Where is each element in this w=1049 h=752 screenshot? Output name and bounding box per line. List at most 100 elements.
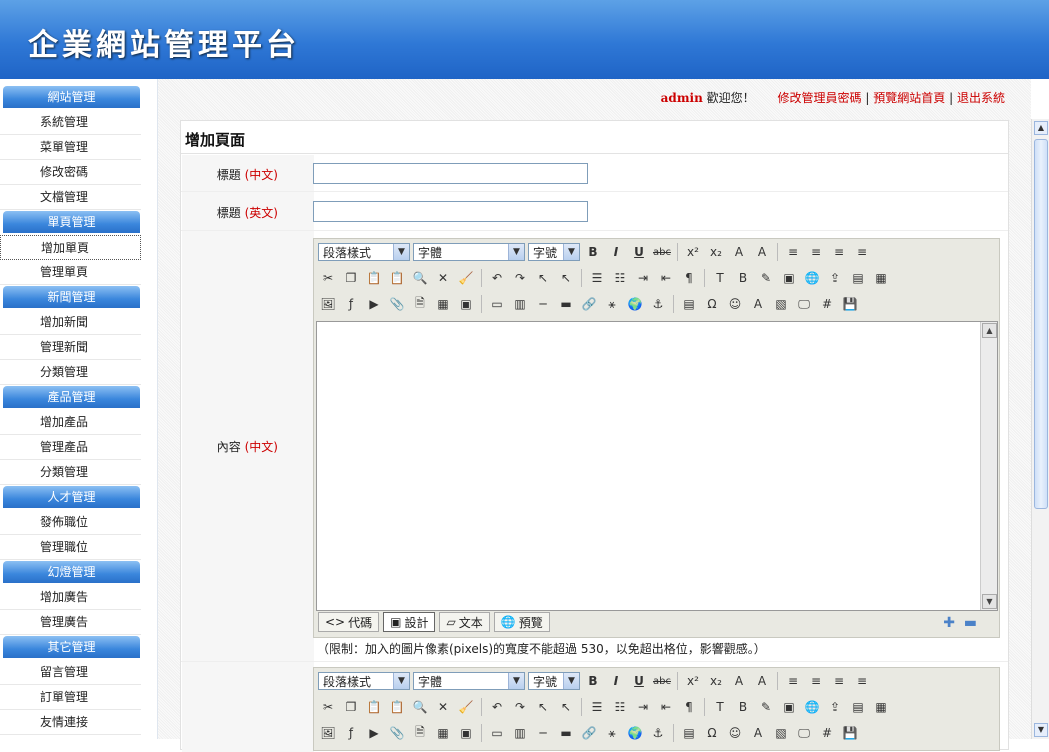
sidebar-item[interactable]: 增加廣告 [0, 585, 141, 610]
globe-icon[interactable]: 🌐 [802, 697, 822, 717]
paragraph-style-select-2[interactable]: 段落樣式 ▼ [318, 672, 410, 690]
grid-icon[interactable]: # [817, 294, 837, 314]
align-center-icon[interactable]: ≡ [806, 671, 826, 691]
paste-icon[interactable]: 📋 [364, 268, 384, 288]
sidebar-item[interactable]: 增加新聞 [0, 310, 141, 335]
ordered-list-icon[interactable]: ☰ [587, 697, 607, 717]
scroll-up-icon[interactable]: ▲ [1034, 121, 1048, 135]
flash-icon[interactable]: ƒ [341, 723, 361, 743]
layer2-icon[interactable]: ▥ [510, 723, 530, 743]
align-justify-icon[interactable]: ≡ [852, 242, 872, 262]
sidebar-group-header[interactable]: 其它管理 [3, 636, 140, 658]
strikethrough-icon[interactable]: abc [652, 671, 672, 691]
collapse-icon[interactable]: ▬ [964, 615, 977, 631]
pointer2-icon[interactable]: ↖ [556, 697, 576, 717]
text-color-icon[interactable]: T [710, 268, 730, 288]
bold-icon[interactable]: B [583, 671, 603, 691]
sidebar-group-header[interactable]: 幻燈管理 [3, 561, 140, 583]
tab-code[interactable]: <> 代碼 [318, 612, 380, 632]
anchor-icon[interactable]: ⚓ [648, 294, 668, 314]
template-icon[interactable]: ▣ [456, 294, 476, 314]
undo-icon[interactable]: ↶ [487, 697, 507, 717]
attach-icon[interactable]: 📎 [387, 294, 407, 314]
underline-icon[interactable]: U [629, 671, 649, 691]
paste-icon[interactable]: 📋 [364, 697, 384, 717]
pointer-icon[interactable]: ↖ [533, 268, 553, 288]
editor-content-area[interactable]: ▲ ▼ [316, 321, 998, 611]
emoticon-icon[interactable]: ☺ [725, 294, 745, 314]
sidebar-item[interactable]: 修改密碼 [0, 160, 141, 185]
sidebar-item[interactable]: 文檔管理 [0, 185, 141, 210]
find-icon[interactable]: 🔍 [410, 268, 430, 288]
sidebar-item[interactable]: 管理單頁 [0, 260, 141, 285]
sidebar-item[interactable]: 管理產品 [0, 435, 141, 460]
pointer-icon[interactable]: ↖ [533, 697, 553, 717]
upload-icon[interactable]: ⇪ [825, 268, 845, 288]
save-icon[interactable]: 💾 [840, 294, 860, 314]
align-justify-icon[interactable]: ≡ [852, 671, 872, 691]
paragraph-style-select[interactable]: 段落樣式 ▼ [318, 243, 410, 261]
text-color-icon[interactable]: T [710, 697, 730, 717]
sidebar-item[interactable]: 留言管理 [0, 660, 141, 685]
page-scrollbar[interactable]: ▲ ▼ [1031, 119, 1049, 739]
frame-icon[interactable]: ▭ [487, 294, 507, 314]
align-right-icon[interactable]: ≡ [829, 671, 849, 691]
subscript-icon[interactable]: x₂ [706, 671, 726, 691]
link-icon[interactable]: 🔗 [579, 294, 599, 314]
underline-icon[interactable]: U [629, 242, 649, 262]
image-icon[interactable]: 🖼 [318, 294, 338, 314]
link-icon[interactable]: 🔗 [579, 723, 599, 743]
highlight-icon[interactable]: ✎ [756, 697, 776, 717]
sidebar-group-header[interactable]: 人才管理 [3, 486, 140, 508]
font-size-select-2[interactable]: 字號 ▼ [528, 672, 580, 690]
table-icon[interactable]: ▦ [433, 294, 453, 314]
title-cn-input[interactable] [313, 163, 588, 184]
title-en-input[interactable] [313, 201, 588, 222]
layer-icon[interactable]: ▣ [779, 697, 799, 717]
media-icon[interactable]: ▶ [364, 723, 384, 743]
window-icon[interactable]: ▤ [848, 697, 868, 717]
superscript-icon[interactable]: x² [683, 671, 703, 691]
image-gallery-icon[interactable]: ▦ [871, 697, 891, 717]
special-char-icon[interactable]: Ω [702, 723, 722, 743]
file-icon[interactable]: 🗎 [410, 294, 430, 314]
layer2-icon[interactable]: ▥ [510, 294, 530, 314]
delete-icon[interactable]: ✕ [433, 268, 453, 288]
font-size-select[interactable]: 字號 ▼ [528, 243, 580, 261]
logout-link[interactable]: 退出系統 [957, 91, 1005, 105]
editor-scrollbar[interactable]: ▲ ▼ [980, 322, 997, 610]
redo-icon[interactable]: ↷ [510, 268, 530, 288]
outdent-icon[interactable]: ⇤ [656, 697, 676, 717]
image-icon[interactable]: 🖼 [318, 723, 338, 743]
back-color-icon[interactable]: B [733, 268, 753, 288]
font-select-2[interactable]: 字體 ▼ [413, 672, 525, 690]
code-block-icon[interactable]: ▤ [679, 723, 699, 743]
grid-icon[interactable]: # [817, 723, 837, 743]
tab-preview[interactable]: 🌐 預覽 [493, 612, 550, 632]
expand-icon[interactable]: ✚ [943, 615, 955, 631]
italic-icon[interactable]: I [606, 671, 626, 691]
unordered-list-icon[interactable]: ☷ [610, 697, 630, 717]
sidebar-group-header[interactable]: 網站管理 [3, 86, 140, 108]
superscript-icon[interactable]: x² [683, 242, 703, 262]
hr-icon[interactable]: ─ [533, 294, 553, 314]
emoticon-icon[interactable]: ☺ [725, 723, 745, 743]
layer-icon[interactable]: ▣ [779, 268, 799, 288]
align-left-icon[interactable]: ≡ [783, 671, 803, 691]
file-icon[interactable]: 🗎 [410, 723, 430, 743]
font-select[interactable]: 字體 ▼ [413, 243, 525, 261]
anchor-icon[interactable]: ⚓ [648, 723, 668, 743]
highlight-icon[interactable]: ✎ [756, 268, 776, 288]
upload-icon[interactable]: ⇪ [825, 697, 845, 717]
save-icon[interactable]: 💾 [840, 723, 860, 743]
clean-icon[interactable]: 🧹 [456, 697, 476, 717]
align-left-icon[interactable]: ≡ [783, 242, 803, 262]
pointer2-icon[interactable]: ↖ [556, 268, 576, 288]
font-shrink-icon[interactable]: A [752, 242, 772, 262]
sidebar-item[interactable]: 分類管理 [0, 460, 141, 485]
code-block-icon[interactable]: ▤ [679, 294, 699, 314]
flash-icon[interactable]: ƒ [341, 294, 361, 314]
delete-icon[interactable]: ✕ [433, 697, 453, 717]
align-center-icon[interactable]: ≡ [806, 242, 826, 262]
excel-icon[interactable]: ▧ [771, 294, 791, 314]
